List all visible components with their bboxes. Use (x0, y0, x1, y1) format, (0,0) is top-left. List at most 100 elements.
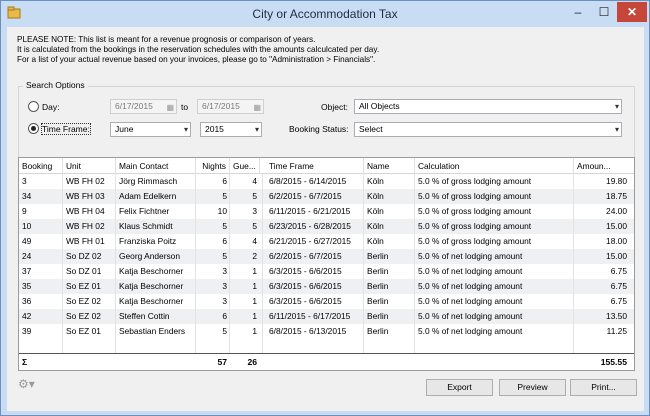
timeframe-cell: 6/8/2015 - 6/14/2015 (269, 176, 347, 186)
booking-cell: 37 (22, 266, 32, 276)
export-button[interactable]: Export (426, 379, 493, 396)
guests-cell: 5 (252, 221, 257, 231)
calculation-cell: 5.0 % of net lodging amount (418, 296, 523, 306)
guests-cell: 1 (252, 311, 257, 321)
nights-cell: 3 (222, 296, 227, 306)
settings-menu-button[interactable]: ⚙▾ (18, 376, 52, 393)
month-select[interactable]: June ▾ (110, 122, 191, 137)
minimize-button[interactable]: – (565, 2, 591, 22)
calculation-cell: 5.0 % of gross lodging amount (418, 191, 532, 201)
column-divider (229, 174, 230, 369)
date-from-field[interactable]: 6/17/2015 ▦ (110, 99, 177, 114)
column-header[interactable]: Unit (63, 158, 116, 174)
table-row[interactable]: 49 WB FH 01 Franziska Poitz 6 4 6/21/2015 - 6… (19, 234, 634, 249)
tax-table[interactable]: Booking Unit Main Contact Nights Gue... … (18, 157, 635, 371)
timeframe-cell: 6/11/2015 - 6/17/2015 (269, 311, 351, 321)
nights-cell: 5 (222, 326, 227, 336)
guests-cell: 2 (252, 251, 257, 261)
year-select[interactable]: 2015 ▾ (200, 122, 262, 137)
table-row[interactable]: 39 So EZ 01 Sebastian Enders 5 1 6/8/2015 - 6… (19, 324, 634, 339)
to-label: to (181, 102, 189, 112)
column-header[interactable]: Main Contact (116, 158, 196, 174)
column-header[interactable]: Time Frame (266, 158, 364, 174)
timeframe-radio[interactable] (28, 123, 39, 134)
name-cell: Berlin (367, 326, 389, 336)
booking-status-select[interactable]: Select ▾ (354, 122, 622, 137)
calculation-cell: 5.0 % of net lodging amount (418, 266, 523, 276)
amount-cell: 15.00 (606, 221, 627, 231)
nights-cell: 6 (222, 236, 227, 246)
chevron-down-icon: ▾ (254, 125, 259, 134)
booking-cell: 24 (22, 251, 32, 261)
name-cell: Köln (367, 221, 384, 231)
column-header[interactable]: Gue... (230, 158, 260, 174)
title-bar[interactable]: City or Accommodation Tax – ☐ ✕ (1, 1, 649, 27)
column-header[interactable]: Booking (19, 158, 63, 174)
column-divider (262, 174, 263, 369)
booking-cell: 39 (22, 326, 32, 336)
notice-line: For a list of your actual revenue based … (17, 55, 376, 64)
table-row[interactable]: 3 WB FH 02 Jörg Rimmasch 6 4 6/8/2015 - 6/14/… (19, 174, 634, 189)
nights-cell: 5 (222, 221, 227, 231)
gear-icon: ⚙▾ (18, 377, 35, 391)
contact-cell: Adam Edelkern (119, 191, 177, 201)
unit-cell: So EZ 01 (66, 281, 101, 291)
close-button[interactable]: ✕ (617, 2, 647, 22)
print-button[interactable]: Print... (570, 379, 637, 396)
date-to-field[interactable]: 6/17/2015 ▦ (197, 99, 264, 114)
amount-cell: 24.00 (606, 206, 627, 216)
guests-cell: 1 (252, 266, 257, 276)
booking-status-label: Booking Status: (289, 124, 349, 134)
calculation-cell: 5.0 % of gross lodging amount (418, 221, 532, 231)
nights-cell: 5 (222, 251, 227, 261)
nights-cell: 10 (217, 206, 227, 216)
unit-cell: So DZ 01 (66, 266, 102, 276)
calculation-cell: 5.0 % of net lodging amount (418, 311, 523, 321)
contact-cell: Felix Fichtner (119, 206, 170, 216)
timeframe-cell: 6/3/2015 - 6/6/2015 (269, 266, 342, 276)
booking-cell: 10 (22, 221, 32, 231)
guests-cell: 1 (252, 326, 257, 336)
nights-cell: 3 (222, 281, 227, 291)
search-options-legend: Search Options (23, 80, 88, 90)
object-select[interactable]: All Objects ▾ (354, 99, 622, 114)
amount-cell: 11.25 (606, 326, 627, 336)
maximize-button[interactable]: ☐ (591, 2, 617, 22)
table-row[interactable]: 9 WB FH 04 Felix Fichtner 10 3 6/11/2015 - 6/… (19, 204, 634, 219)
calculation-cell: 5.0 % of net lodging amount (418, 251, 523, 261)
totals-sigma: Σ (22, 357, 28, 367)
guests-cell: 4 (252, 176, 257, 186)
calculation-cell: 5.0 % of gross lodging amount (418, 236, 532, 246)
dialog-body: PLEASE NOTE: This list is meant for a re… (7, 27, 644, 411)
booking-cell: 35 (22, 281, 32, 291)
column-header[interactable]: Calculation (415, 158, 574, 174)
table-row[interactable]: 36 So EZ 02 Katja Beschorner 3 1 6/3/2015 - 6… (19, 294, 634, 309)
timeframe-cell: 6/23/2015 - 6/28/2015 (269, 221, 351, 231)
name-cell: Köln (367, 236, 384, 246)
unit-cell: So EZ 02 (66, 311, 101, 321)
unit-cell: WB FH 03 (66, 191, 105, 201)
table-row[interactable]: 34 WB FH 03 Adam Edelkern 5 5 6/2/2015 - 6/7/… (19, 189, 634, 204)
column-header[interactable]: Amoun... (574, 158, 630, 174)
guests-cell: 5 (252, 191, 257, 201)
booking-cell: 36 (22, 296, 32, 306)
calendar-icon[interactable]: ▦ (166, 101, 174, 114)
table-row[interactable]: 37 So DZ 01 Katja Beschorner 3 1 6/3/2015 - 6… (19, 264, 634, 279)
table-row[interactable]: 35 So EZ 01 Katja Beschorner 3 1 6/3/2015 - 6… (19, 279, 634, 294)
object-value: All Objects (359, 101, 400, 111)
table-row[interactable]: 10 WB FH 02 Klaus Schmidt 5 5 6/23/2015 - 6/2… (19, 219, 634, 234)
amount-cell: 15.00 (606, 251, 627, 261)
day-radio[interactable] (28, 101, 39, 112)
calculation-cell: 5.0 % of net lodging amount (418, 326, 523, 336)
amount-cell: 19.80 (606, 176, 627, 186)
name-cell: Berlin (367, 251, 389, 261)
timeframe-cell: 6/21/2015 - 6/27/2015 (269, 236, 351, 246)
chevron-down-icon: ▾ (614, 102, 619, 111)
unit-cell: So DZ 02 (66, 251, 102, 261)
column-header[interactable]: Nights (196, 158, 230, 174)
preview-button[interactable]: Preview (499, 379, 566, 396)
table-row[interactable]: 42 So EZ 02 Steffen Cottin 6 1 6/11/2015 - 6/… (19, 309, 634, 324)
column-header[interactable]: Name (364, 158, 415, 174)
calendar-icon[interactable]: ▦ (253, 101, 261, 114)
table-row[interactable]: 24 So DZ 02 Georg Anderson 5 2 6/2/2015 - 6/7… (19, 249, 634, 264)
